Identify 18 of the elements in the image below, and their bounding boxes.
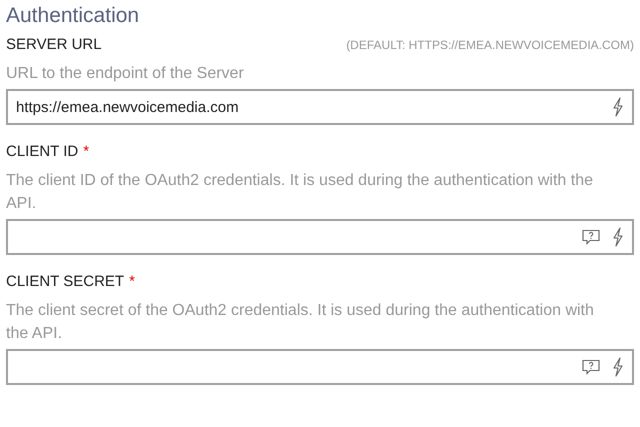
required-mark: * (129, 273, 135, 290)
field-label: SERVER URL (6, 36, 102, 53)
lightning-icon[interactable] (612, 357, 624, 377)
field-description: The client secret of the OAuth2 credentials. It is used during the authentication with the API. (6, 301, 595, 344)
field-label: CLIENT SECRET (6, 273, 124, 290)
input-field[interactable] (6, 349, 634, 385)
lightning-icon[interactable] (612, 97, 624, 117)
section-title: Authentication (6, 3, 140, 29)
lightning-icon[interactable] (612, 227, 624, 247)
input-field[interactable] (6, 219, 634, 255)
field-description: The client ID of the OAuth2 credentials. It is used during the authentication with the API. (6, 171, 594, 214)
input-field[interactable]: https://emea.newvoicemedia.com (6, 89, 634, 125)
field-description: URL to the endpoint of the Server (6, 64, 245, 84)
help-bubble-icon[interactable] (582, 229, 600, 245)
help-bubble-icon[interactable] (582, 359, 600, 375)
field-label: CLIENT ID (6, 143, 78, 160)
default-hint: (DEFAULT: HTTPS://EMEA.NEWVOICEMEDIA.COM) (346, 38, 634, 52)
required-mark: * (83, 143, 90, 160)
